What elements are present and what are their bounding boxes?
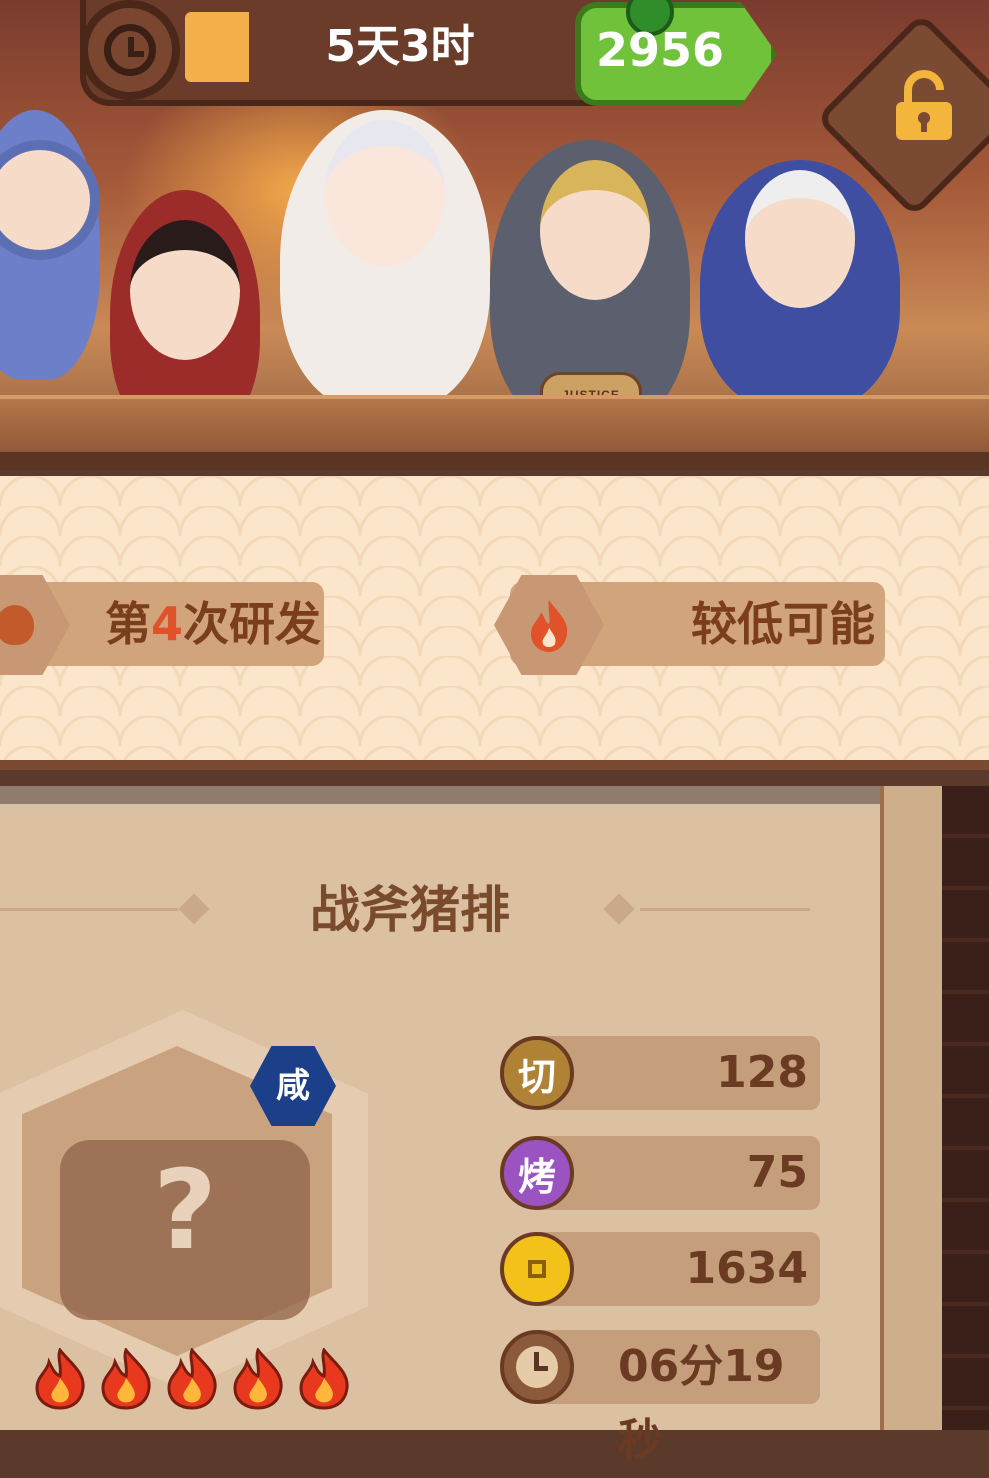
character-head [745,170,855,308]
character-gamer[interactable] [700,160,900,410]
unlock-icon [896,70,952,140]
cut-icon: 切 [500,1036,574,1110]
character-head [325,120,445,266]
title-divider-right [640,908,810,911]
panel-shadow [0,786,880,804]
flame-icon [299,1348,349,1410]
panel-frame [880,786,946,1430]
clock-icon [500,1330,574,1404]
attempt-number: 4 [151,597,184,651]
time-progress-fill [185,12,249,82]
character-head [0,140,100,260]
stat-cost: 1634 [500,1232,820,1306]
attempt-text: 第4次研发 [105,582,321,666]
attempt-prefix: 第 [105,597,151,651]
flame-icon [35,1348,85,1410]
clock-face [516,1346,558,1388]
fire-icon [531,600,568,652]
chance-text: 较低可能 [691,597,875,651]
copper-coin-icon [500,1232,574,1306]
attempt-suffix: 次研发 [183,597,322,651]
stat-bake-value: 75 [746,1147,808,1198]
clock-button[interactable] [80,0,180,100]
pot-icon [0,605,34,645]
unknown-dish-icon: ? [153,1146,217,1274]
dish-name: 战斧猪排 [310,881,510,939]
coin-hole [528,1260,546,1278]
stat-cut-value: 128 [716,1047,808,1098]
stat-cut: 128 切 [500,1036,820,1110]
character-head [130,220,240,360]
flame-icon [233,1348,283,1410]
character-white-fox[interactable] [280,110,490,410]
currency-amount: 2956 [595,23,725,77]
brick-wall [942,786,989,1430]
stat-cost-value: 1634 [685,1243,808,1294]
stat-time: 06分19秒 [500,1330,820,1466]
character-head [540,160,650,300]
time-remaining: 5天3时 [325,21,475,72]
title-divider-left [0,908,178,911]
shelf-edge [0,452,989,470]
bake-icon: 烤 [500,1136,574,1210]
flame-icon [167,1348,217,1410]
flame-icon [101,1348,151,1410]
stat-time-value: 06分19秒 [618,1341,785,1466]
character-blue-mage[interactable] [0,110,100,380]
stat-bake: 75 烤 [500,1136,820,1210]
clock-icon [104,24,156,76]
